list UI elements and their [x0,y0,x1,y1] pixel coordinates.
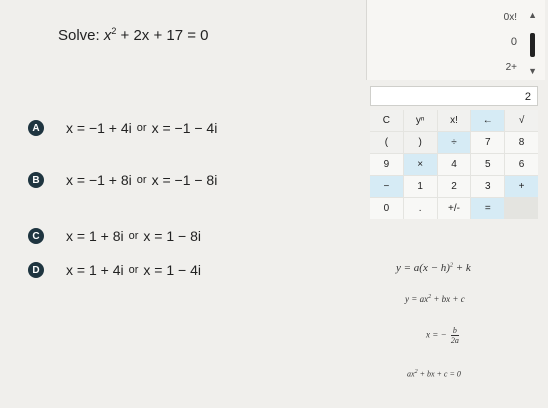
close-paren-key[interactable]: ) [403,132,437,153]
formula-tail: + k [452,262,471,274]
fraction-numerator: b [450,326,459,336]
multiply-key[interactable]: × [403,154,437,175]
choice-left-root: x = −1 + 4i [66,120,132,136]
factorial-key[interactable]: x! [437,110,471,131]
calculator-keypad: C yⁿ x! ← √ ( ) ÷ 7 8 9 × 4 5 6 − 1 2 3 … [370,110,538,219]
digit-5-key[interactable]: 5 [471,154,505,175]
choice-letter-badge: B [28,172,44,188]
digit-4-key[interactable]: 4 [437,154,471,175]
history-line: 0 [510,36,517,48]
choice-d[interactable]: D x = 1 + 4i or x = 1 − 4i [28,260,201,280]
scroll-up-icon[interactable]: ▲ [528,10,537,20]
divide-key[interactable]: ÷ [437,132,471,153]
vertex-form-formula: y = a(x − h)2 + k [396,262,471,274]
standard-form-formula: y = ax2 + bx + c [405,294,465,304]
decimal-key[interactable]: . [403,198,437,219]
power-key[interactable]: yⁿ [403,110,437,131]
choice-left-root: x = 1 + 4i [66,262,124,278]
equals-key[interactable]: = [471,198,505,219]
plus-key[interactable]: + [505,176,538,197]
calculator-history-display: 0x! 0 2+ ▲ ▼ [366,0,545,80]
choice-or: or [136,122,147,134]
formula-tail: + bx + c [431,294,465,304]
digit-6-key[interactable]: 6 [505,154,538,175]
digit-2-key[interactable]: 2 [437,176,471,197]
digit-3-key[interactable]: 3 [471,176,505,197]
choice-right-root: x = 1 − 4i [143,262,201,278]
scrollbar-thumb[interactable] [530,33,535,57]
choice-c[interactable]: C x = 1 + 8i or x = 1 − 8i [28,226,201,246]
scroll-down-icon[interactable]: ▼ [528,66,537,76]
choice-right-root: x = −1 − 4i [151,120,218,136]
choice-right-root: x = 1 − 8i [143,228,201,244]
question-prefix: Solve: [58,27,104,44]
fraction-denominator: 2a [450,336,459,345]
digit-1-key[interactable]: 1 [403,176,437,197]
open-paren-key[interactable]: ( [370,132,403,153]
formula-lhs: x = − [426,329,447,340]
digit-0-key[interactable]: 0 [370,198,403,219]
choice-or: or [128,230,139,242]
minus-key[interactable]: − [370,176,403,197]
question-equation-rest: + 2x + 17 = 0 [116,27,209,44]
negate-key[interactable]: +/- [437,198,471,219]
choice-b[interactable]: B x = −1 + 8i or x = −1 − 8i [28,170,217,190]
choice-left-root: x = −1 + 8i [66,172,132,188]
choice-letter-badge: A [28,120,44,136]
calculator-entry-field[interactable]: 2 [370,86,538,106]
quadratic-equation-formula: ax2 + bx + c = 0 [407,369,461,379]
digit-7-key[interactable]: 7 [471,132,505,153]
choice-right-root: x = −1 − 8i [151,172,218,188]
fraction: b 2a [450,326,459,345]
digit-9-key[interactable]: 9 [370,154,403,175]
question-text: Solve: x2 + 2x + 17 = 0 [58,26,209,44]
choice-or: or [136,174,147,186]
choice-letter-badge: C [28,228,44,244]
choice-letter-badge: D [28,262,44,278]
choice-left-root: x = 1 + 8i [66,228,124,244]
formula-tail: + bx + c = 0 [417,369,461,379]
formula-main: ax [407,369,415,379]
axis-of-symmetry-formula: x = − b 2a [426,326,459,345]
formula-main: y = ax [405,294,429,304]
sqrt-key[interactable]: √ [505,110,538,131]
clear-key[interactable]: C [370,110,403,131]
choice-a[interactable]: A x = −1 + 4i or x = −1 − 4i [28,118,217,138]
history-line: 0x! [503,12,517,23]
formula-main: y = a(x − h) [396,262,450,274]
backspace-key[interactable]: ← [471,110,505,131]
history-line: 2+ [505,62,517,73]
choice-or: or [128,264,139,276]
digit-8-key[interactable]: 8 [505,132,538,153]
